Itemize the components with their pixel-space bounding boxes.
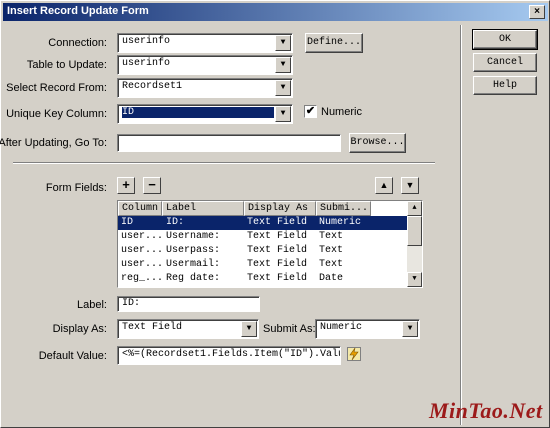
help-button[interactable]: Help	[473, 76, 537, 95]
form-fields-label: Form Fields:	[45, 182, 107, 194]
vertical-scrollbar[interactable]: ▲ ▼	[407, 201, 422, 287]
ok-button[interactable]: OK	[472, 29, 538, 50]
scroll-up-icon[interactable]: ▲	[407, 201, 422, 216]
display-as-label: Display As:	[52, 323, 107, 335]
chevron-down-icon[interactable]: ▼	[241, 321, 257, 337]
add-field-button[interactable]: +	[117, 177, 135, 194]
chevron-down-icon[interactable]: ▼	[402, 321, 418, 337]
vertical-divider	[460, 25, 462, 425]
chevron-down-icon[interactable]: ▼	[275, 106, 291, 122]
table-row[interactable]: reg_... Reg date: Text Field Date	[118, 272, 408, 286]
table-select[interactable]: userinfo ▼	[117, 55, 293, 75]
select-record-label: Select Record From:	[6, 82, 107, 94]
move-down-button[interactable]: ▼	[401, 177, 419, 194]
scroll-thumb[interactable]	[407, 216, 422, 246]
default-value-label: Default Value:	[38, 350, 107, 362]
unique-key-label: Unique Key Column:	[6, 108, 107, 120]
numeric-checkbox[interactable]: ✔	[304, 105, 317, 118]
divider	[13, 162, 435, 164]
submit-as-label: Submit As:	[263, 323, 316, 335]
form-fields-table: Column Label Display As Submi... ID ID: …	[117, 200, 423, 288]
column-header-submit-as[interactable]: Submi...	[316, 201, 371, 216]
submit-as-select[interactable]: Numeric ▼	[315, 319, 420, 339]
connection-label: Connection:	[48, 37, 107, 49]
close-button[interactable]: ×	[529, 5, 545, 19]
after-updating-input[interactable]	[117, 134, 341, 152]
cancel-button[interactable]: Cancel	[473, 53, 537, 72]
column-header-column[interactable]: Column	[118, 201, 162, 216]
label-input[interactable]: ID:	[117, 296, 260, 312]
column-header-display-as[interactable]: Display As	[244, 201, 316, 216]
watermark-text: MinTao.Net	[429, 398, 543, 423]
numeric-label: Numeric	[321, 106, 362, 118]
table-row[interactable]: user... Username: Text Field Text	[118, 230, 408, 244]
default-value-input[interactable]: <%=(Recordset1.Fields.Item("ID").Value)%	[117, 346, 341, 365]
chevron-down-icon[interactable]: ▼	[275, 80, 291, 96]
chevron-down-icon[interactable]: ▼	[275, 57, 291, 73]
scroll-down-icon[interactable]: ▼	[407, 272, 422, 287]
table-label: Table to Update:	[26, 59, 107, 71]
connection-select[interactable]: userinfo ▼	[117, 33, 293, 53]
field-label-label: Label:	[77, 299, 107, 311]
dynamic-data-icon[interactable]	[347, 347, 361, 361]
dialog-window: Insert Record Update Form × Connection: …	[0, 0, 550, 428]
unique-key-select[interactable]: ID ▼	[117, 104, 293, 124]
title-bar[interactable]: Insert Record Update Form ×	[3, 3, 548, 21]
column-header-label[interactable]: Label	[162, 201, 244, 216]
display-as-select[interactable]: Text Field ▼	[117, 319, 259, 339]
table-row[interactable]: user... Userpass: Text Field Text	[118, 244, 408, 258]
remove-field-button[interactable]: −	[143, 177, 161, 194]
move-up-button[interactable]: ▲	[375, 177, 393, 194]
chevron-down-icon[interactable]: ▼	[275, 35, 291, 51]
select-record-select[interactable]: Recordset1 ▼	[117, 78, 293, 98]
window-title: Insert Record Update Form	[7, 5, 149, 17]
browse-button[interactable]: Browse...	[349, 133, 406, 153]
after-updating-label: After Updating, Go To:	[0, 137, 107, 149]
table-row[interactable]: user... Usermail: Text Field Text	[118, 258, 408, 272]
table-row[interactable]: ID ID: Text Field Numeric	[118, 216, 408, 230]
define-button[interactable]: Define...	[305, 33, 363, 53]
